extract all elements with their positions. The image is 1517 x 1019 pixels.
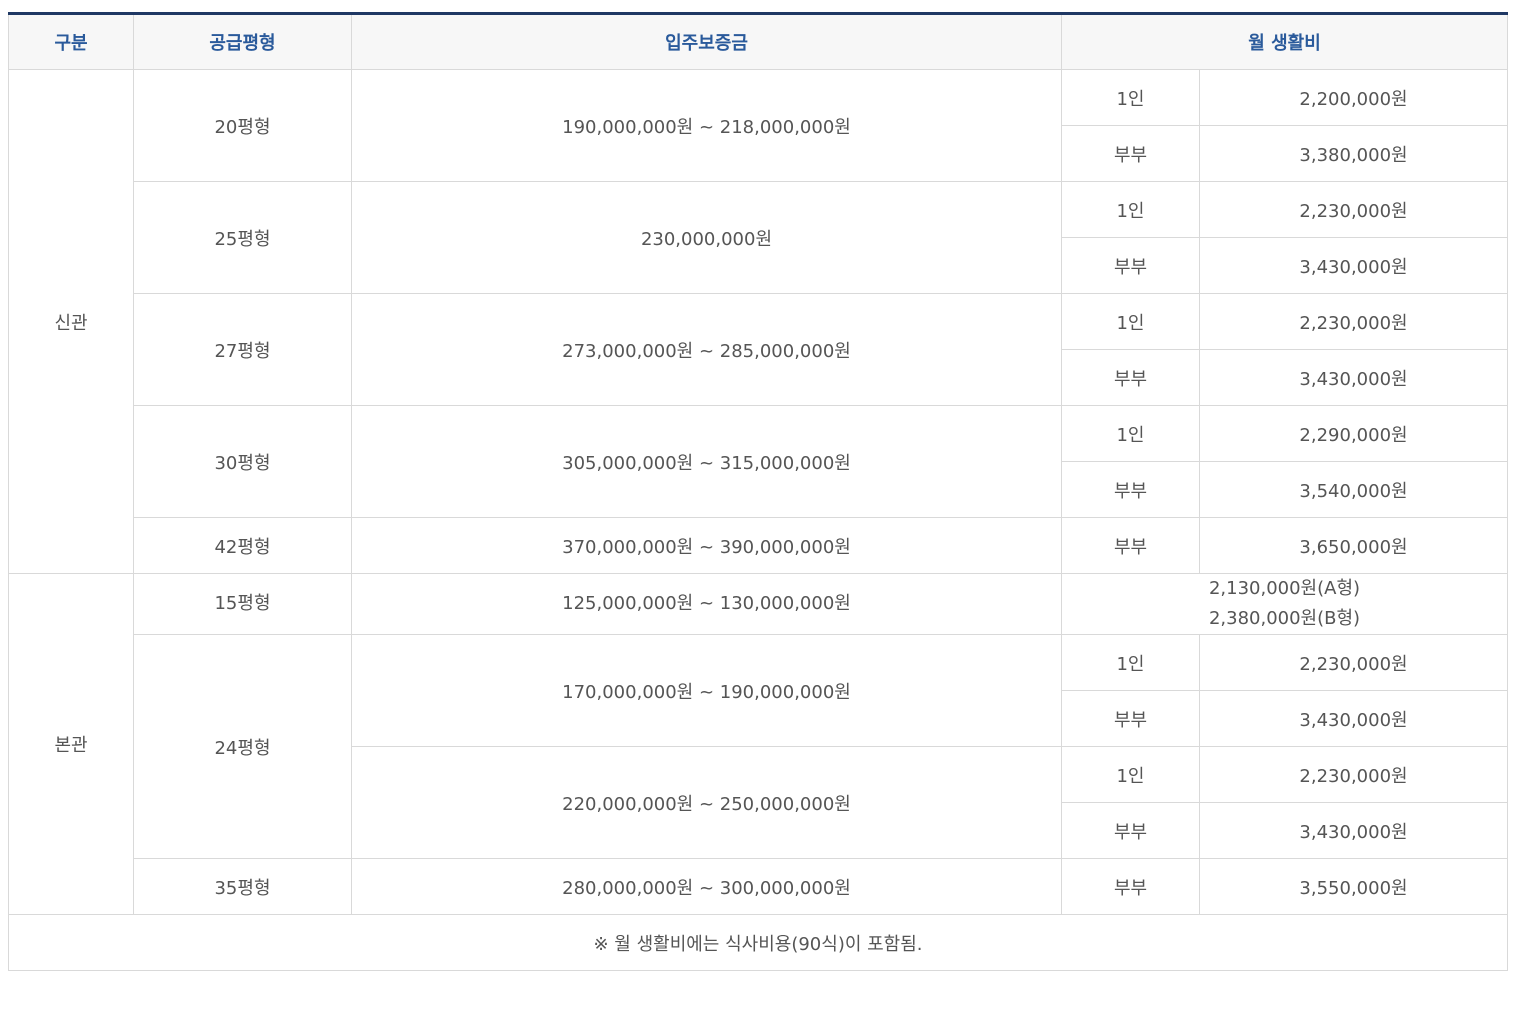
fee-cell: 2,290,000원 — [1198, 405, 1509, 462]
fee-cell: 3,550,000원 — [1198, 858, 1509, 915]
note-row: ※ 월 생활비에는 식사비용(90식)이 포함됨. — [7, 914, 1509, 971]
occupant-cell: 1인 — [1061, 405, 1200, 462]
table-row: 신관 20평형 190,000,000원 ~ 218,000,000원 1인 2… — [8, 69, 1509, 574]
fee-cell: 2,230,000원 — [1198, 181, 1509, 238]
type-cell: 30평형 — [133, 405, 352, 518]
fee-cell: 3,430,000원 — [1198, 237, 1509, 294]
fee-cell: 3,650,000원 — [1198, 517, 1509, 574]
division-main-wing: 본관 — [8, 573, 134, 915]
table-row: 24평형 170,000,000원 ~ 190,000,000원 1인 2,23… — [9, 634, 1509, 859]
type-cell: 15평형 — [133, 573, 352, 635]
fee-cell: 2,230,000원 — [1198, 746, 1509, 803]
type-cell: 35평형 — [133, 858, 352, 915]
type-cell: 24평형 — [133, 634, 352, 859]
fee-type-a: 2,130,000원(A형) — [1208, 578, 1361, 599]
occupant-cell: 1인 — [1061, 746, 1200, 803]
header-monthly-fee: 월 생활비 — [1060, 13, 1509, 70]
occupant-cell: 부부 — [1061, 349, 1200, 406]
type-cell: 42평형 — [133, 517, 352, 574]
fee-cell: 3,430,000원 — [1198, 690, 1509, 747]
fee-type-b: 2,380,000원(B형) — [1208, 608, 1361, 629]
occupant-cell: 부부 — [1061, 802, 1200, 859]
type-cell: 20평형 — [133, 69, 352, 182]
occupant-cell: 부부 — [1061, 690, 1200, 747]
fee-cell: 3,430,000원 — [1198, 349, 1509, 406]
header-deposit: 입주보증금 — [351, 13, 1062, 70]
deposit-cell: 230,000,000원 — [351, 181, 1062, 294]
deposit-cell: 273,000,000원 ~ 285,000,000원 — [351, 293, 1062, 406]
table-row: 본관 15평형 125,000,000원 ~ 130,000,000원 2,13… — [8, 573, 1509, 915]
division-new-wing: 신관 — [8, 69, 134, 574]
occupant-cell: 부부 — [1061, 517, 1200, 574]
header-division: 구분 — [8, 13, 134, 70]
deposit-cell: 305,000,000원 ~ 315,000,000원 — [351, 405, 1062, 518]
table-row: 27평형 273,000,000원 ~ 285,000,000원 1인 2,23… — [9, 293, 1509, 406]
occupant-cell: 부부 — [1061, 858, 1200, 915]
deposit-cell: 370,000,000원 ~ 390,000,000원 — [351, 517, 1062, 574]
table-row: 35평형 280,000,000원 ~ 300,000,000원 부부 3,55… — [9, 858, 1509, 915]
occupant-cell: 부부 — [1061, 237, 1200, 294]
price-table: 구분 공급평형 입주보증금 월 생활비 신관 20평형 190,000,000원… — [7, 12, 1509, 971]
occupant-cell: 부부 — [1061, 125, 1200, 182]
table-row: 25평형 230,000,000원 1인 2,230,000원 — [9, 181, 1509, 294]
fee-cell-merged: 2,130,000원(A형) 2,380,000원(B형) — [1060, 573, 1509, 635]
header-row: 구분 공급평형 입주보증금 월 생활비 — [8, 13, 1509, 70]
type-cell: 27평형 — [133, 293, 352, 406]
occupant-cell: 1인 — [1061, 181, 1200, 238]
table-row: 42평형 370,000,000원 ~ 390,000,000원 부부 3,65… — [9, 517, 1509, 574]
occupant-cell: 1인 — [1061, 634, 1200, 691]
footnote: ※ 월 생활비에는 식사비용(90식)이 포함됨. — [7, 914, 1509, 971]
fee-cell: 2,230,000원 — [1198, 634, 1509, 691]
type-cell: 25평형 — [133, 181, 352, 294]
deposit-cell: 190,000,000원 ~ 218,000,000원 — [351, 69, 1062, 182]
fee-cell: 3,430,000원 — [1198, 802, 1509, 859]
occupant-cell: 1인 — [1061, 69, 1200, 126]
fee-cell: 3,540,000원 — [1198, 461, 1509, 518]
fee-cell: 2,200,000원 — [1198, 69, 1509, 126]
fee-cell: 2,230,000원 — [1198, 293, 1509, 350]
header-type: 공급평형 — [133, 13, 352, 70]
occupant-cell: 부부 — [1061, 461, 1200, 518]
deposit-cell: 170,000,000원 ~ 190,000,000원 — [351, 634, 1062, 747]
deposit-cell: 280,000,000원 ~ 300,000,000원 — [351, 858, 1062, 915]
fee-cell: 3,380,000원 — [1198, 125, 1509, 182]
occupant-cell: 1인 — [1061, 293, 1200, 350]
table-row: 30평형 305,000,000원 ~ 315,000,000원 1인 2,29… — [9, 405, 1509, 518]
deposit-cell: 220,000,000원 ~ 250,000,000원 — [351, 746, 1062, 859]
deposit-cell: 125,000,000원 ~ 130,000,000원 — [351, 573, 1062, 635]
